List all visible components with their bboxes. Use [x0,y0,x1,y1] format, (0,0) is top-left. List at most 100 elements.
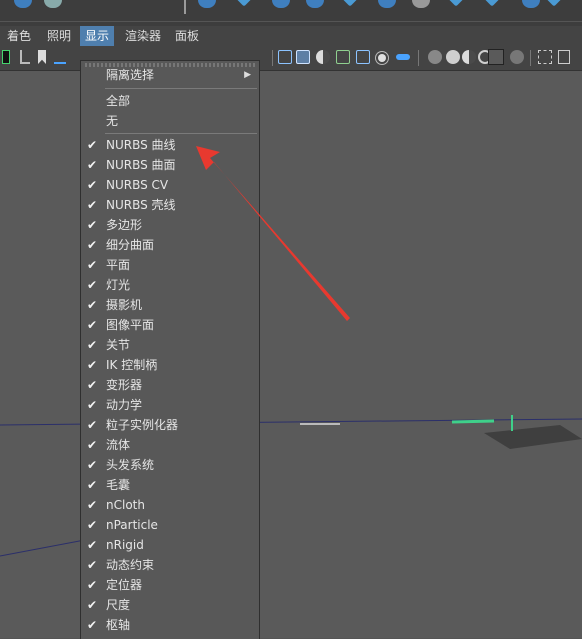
smooth-shade-icon[interactable] [296,50,310,64]
menu-check-item[interactable]: ✔ 细分曲面 [81,235,259,255]
menu-check-item[interactable]: ✔ 动态约束 [81,555,259,575]
menu-renderer[interactable]: 渲染器 [120,26,166,46]
menu-check-item[interactable]: ✔ 动力学 [81,395,259,415]
menu-check-item[interactable]: ✔ 头发系统 [81,455,259,475]
menu-check-item[interactable]: ✔ IK 控制柄 [81,355,259,375]
shelf-tool-icon[interactable] [306,0,324,8]
checkmark-icon: ✔ [86,518,98,532]
isolate-icon[interactable] [510,50,524,64]
shelf-strip [0,0,582,26]
menu-item-label: 头发系统 [106,458,155,472]
menu-item-label: 关节 [106,338,131,352]
wireframe-on-shaded-icon[interactable] [336,50,350,64]
checkmark-icon: ✔ [86,298,98,312]
shadows-icon[interactable] [396,54,410,60]
locator-object[interactable] [451,419,495,424]
menu-check-item[interactable]: ✔ nCloth [81,495,259,515]
menu-item-label: 图像平面 [106,318,155,332]
checkmark-icon: ✔ [86,278,98,292]
menu-shading[interactable]: 着色 [2,26,36,46]
shelf-tool-icon[interactable] [412,0,430,8]
menu-item-isolate-select[interactable]: 隔离选择 ▶ [81,65,259,85]
menu-item-label: 全部 [106,94,131,108]
checkmark-icon: ✔ [86,358,98,372]
menu-item-none[interactable]: 无 [81,111,259,131]
menu-check-item[interactable]: ✔ 图像平面 [81,315,259,335]
menu-check-item[interactable]: ✔ nParticle [81,515,259,535]
checkmark-icon: ✔ [86,338,98,352]
bookmark-icon[interactable] [20,50,30,64]
menu-check-item[interactable]: ✔ 关节 [81,335,259,355]
checkmark-icon: ✔ [86,438,98,452]
shelf-tool-icon[interactable] [378,0,396,8]
menu-check-item[interactable]: ✔ nRigid [81,535,259,555]
grid-icon[interactable] [54,50,66,64]
checkmark-icon: ✔ [86,258,98,272]
menu-check-item[interactable]: ✔ 摄影机 [81,295,259,315]
menu-item-label: 动态约束 [106,558,155,572]
menu-item-all[interactable]: 全部 [81,91,259,111]
lighting-icon[interactable] [378,54,386,62]
menu-check-item[interactable]: ✔ 尺度 [81,595,259,615]
shelf-tool-icon[interactable] [235,0,253,7]
camera-attributes-icon[interactable] [38,50,46,64]
menu-item-label: 平面 [106,258,131,272]
menu-check-item[interactable]: ✔ 定位器 [81,575,259,595]
menu-check-item[interactable]: ✔ 平面 [81,255,259,275]
shelf-tool-icon[interactable] [545,0,563,7]
checkmark-icon: ✔ [86,598,98,612]
shelf-tool-icon[interactable] [522,0,540,8]
wireframe-icon[interactable] [278,50,292,64]
checkmark-icon: ✔ [86,458,98,472]
menu-item-label: IK 控制柄 [106,358,158,372]
select-tool-icon[interactable] [538,50,552,64]
screen-space-ao-icon[interactable] [428,50,442,64]
menu-check-item[interactable]: ✔ NURBS 曲面 [81,155,259,175]
menu-check-item[interactable]: ✔ 粒子实例化器 [81,415,259,435]
menu-item-label: 粒子实例化器 [106,418,179,432]
textured-icon[interactable] [356,50,370,64]
menu-check-item[interactable]: ✔ 多边形 [81,215,259,235]
submenu-arrow-icon: ▶ [244,70,251,80]
menu-item-label: 隔离选择 [106,68,155,82]
shelf-tool-icon[interactable] [483,0,501,7]
shelf-tool-icon[interactable] [341,0,359,7]
menu-lighting[interactable]: 照明 [42,26,76,46]
menu-check-item[interactable]: ✔ NURBS CV [81,175,259,195]
checkmark-icon: ✔ [86,398,98,412]
menu-panels[interactable]: 面板 [170,26,204,46]
frame-all-icon[interactable] [558,50,570,64]
menu-item-label: NURBS 壳线 [106,198,176,212]
menu-item-label: nParticle [106,518,158,532]
menu-check-item[interactable]: ✔ NURBS 壳线 [81,195,259,215]
checkmark-icon: ✔ [86,378,98,392]
checkmark-icon: ✔ [86,618,98,632]
menu-check-item[interactable]: ✔ 流体 [81,435,259,455]
shelf-tool-icon[interactable] [44,0,62,8]
shelf-tool-icon[interactable] [14,0,32,8]
shelf-tool-icon[interactable] [272,0,290,8]
checkmark-icon: ✔ [86,238,98,252]
menu-show[interactable]: 显示 [80,26,115,46]
checkmark-icon: ✔ [86,578,98,592]
checkmark-icon: ✔ [86,558,98,572]
menu-item-label: NURBS 曲面 [106,158,176,172]
shelf-tool-icon[interactable] [198,0,216,8]
shelf-tool-icon[interactable] [447,0,465,7]
antialiasing-icon[interactable] [462,50,476,64]
menu-item-label: 多边形 [106,218,143,232]
select-camera-icon[interactable] [2,50,10,64]
menu-item-label: 毛囊 [106,478,131,492]
menu-check-item[interactable]: ✔ NURBS 曲线 [81,135,259,155]
menu-check-item[interactable]: ✔ 变形器 [81,375,259,395]
menu-check-item[interactable]: ✔ 灯光 [81,275,259,295]
flat-shade-icon[interactable] [316,50,330,64]
xray-icon[interactable] [488,49,504,65]
menu-check-item[interactable]: ✔ 枢轴 [81,615,259,635]
menu-item-label: 定位器 [106,578,143,592]
menu-check-item[interactable]: ✔ 毛囊 [81,475,259,495]
menu-item-label: nCloth [106,498,145,512]
motion-blur-icon[interactable] [446,50,460,64]
menu-item-label: 摄影机 [106,298,143,312]
menu-item-label: NURBS 曲线 [106,138,176,152]
